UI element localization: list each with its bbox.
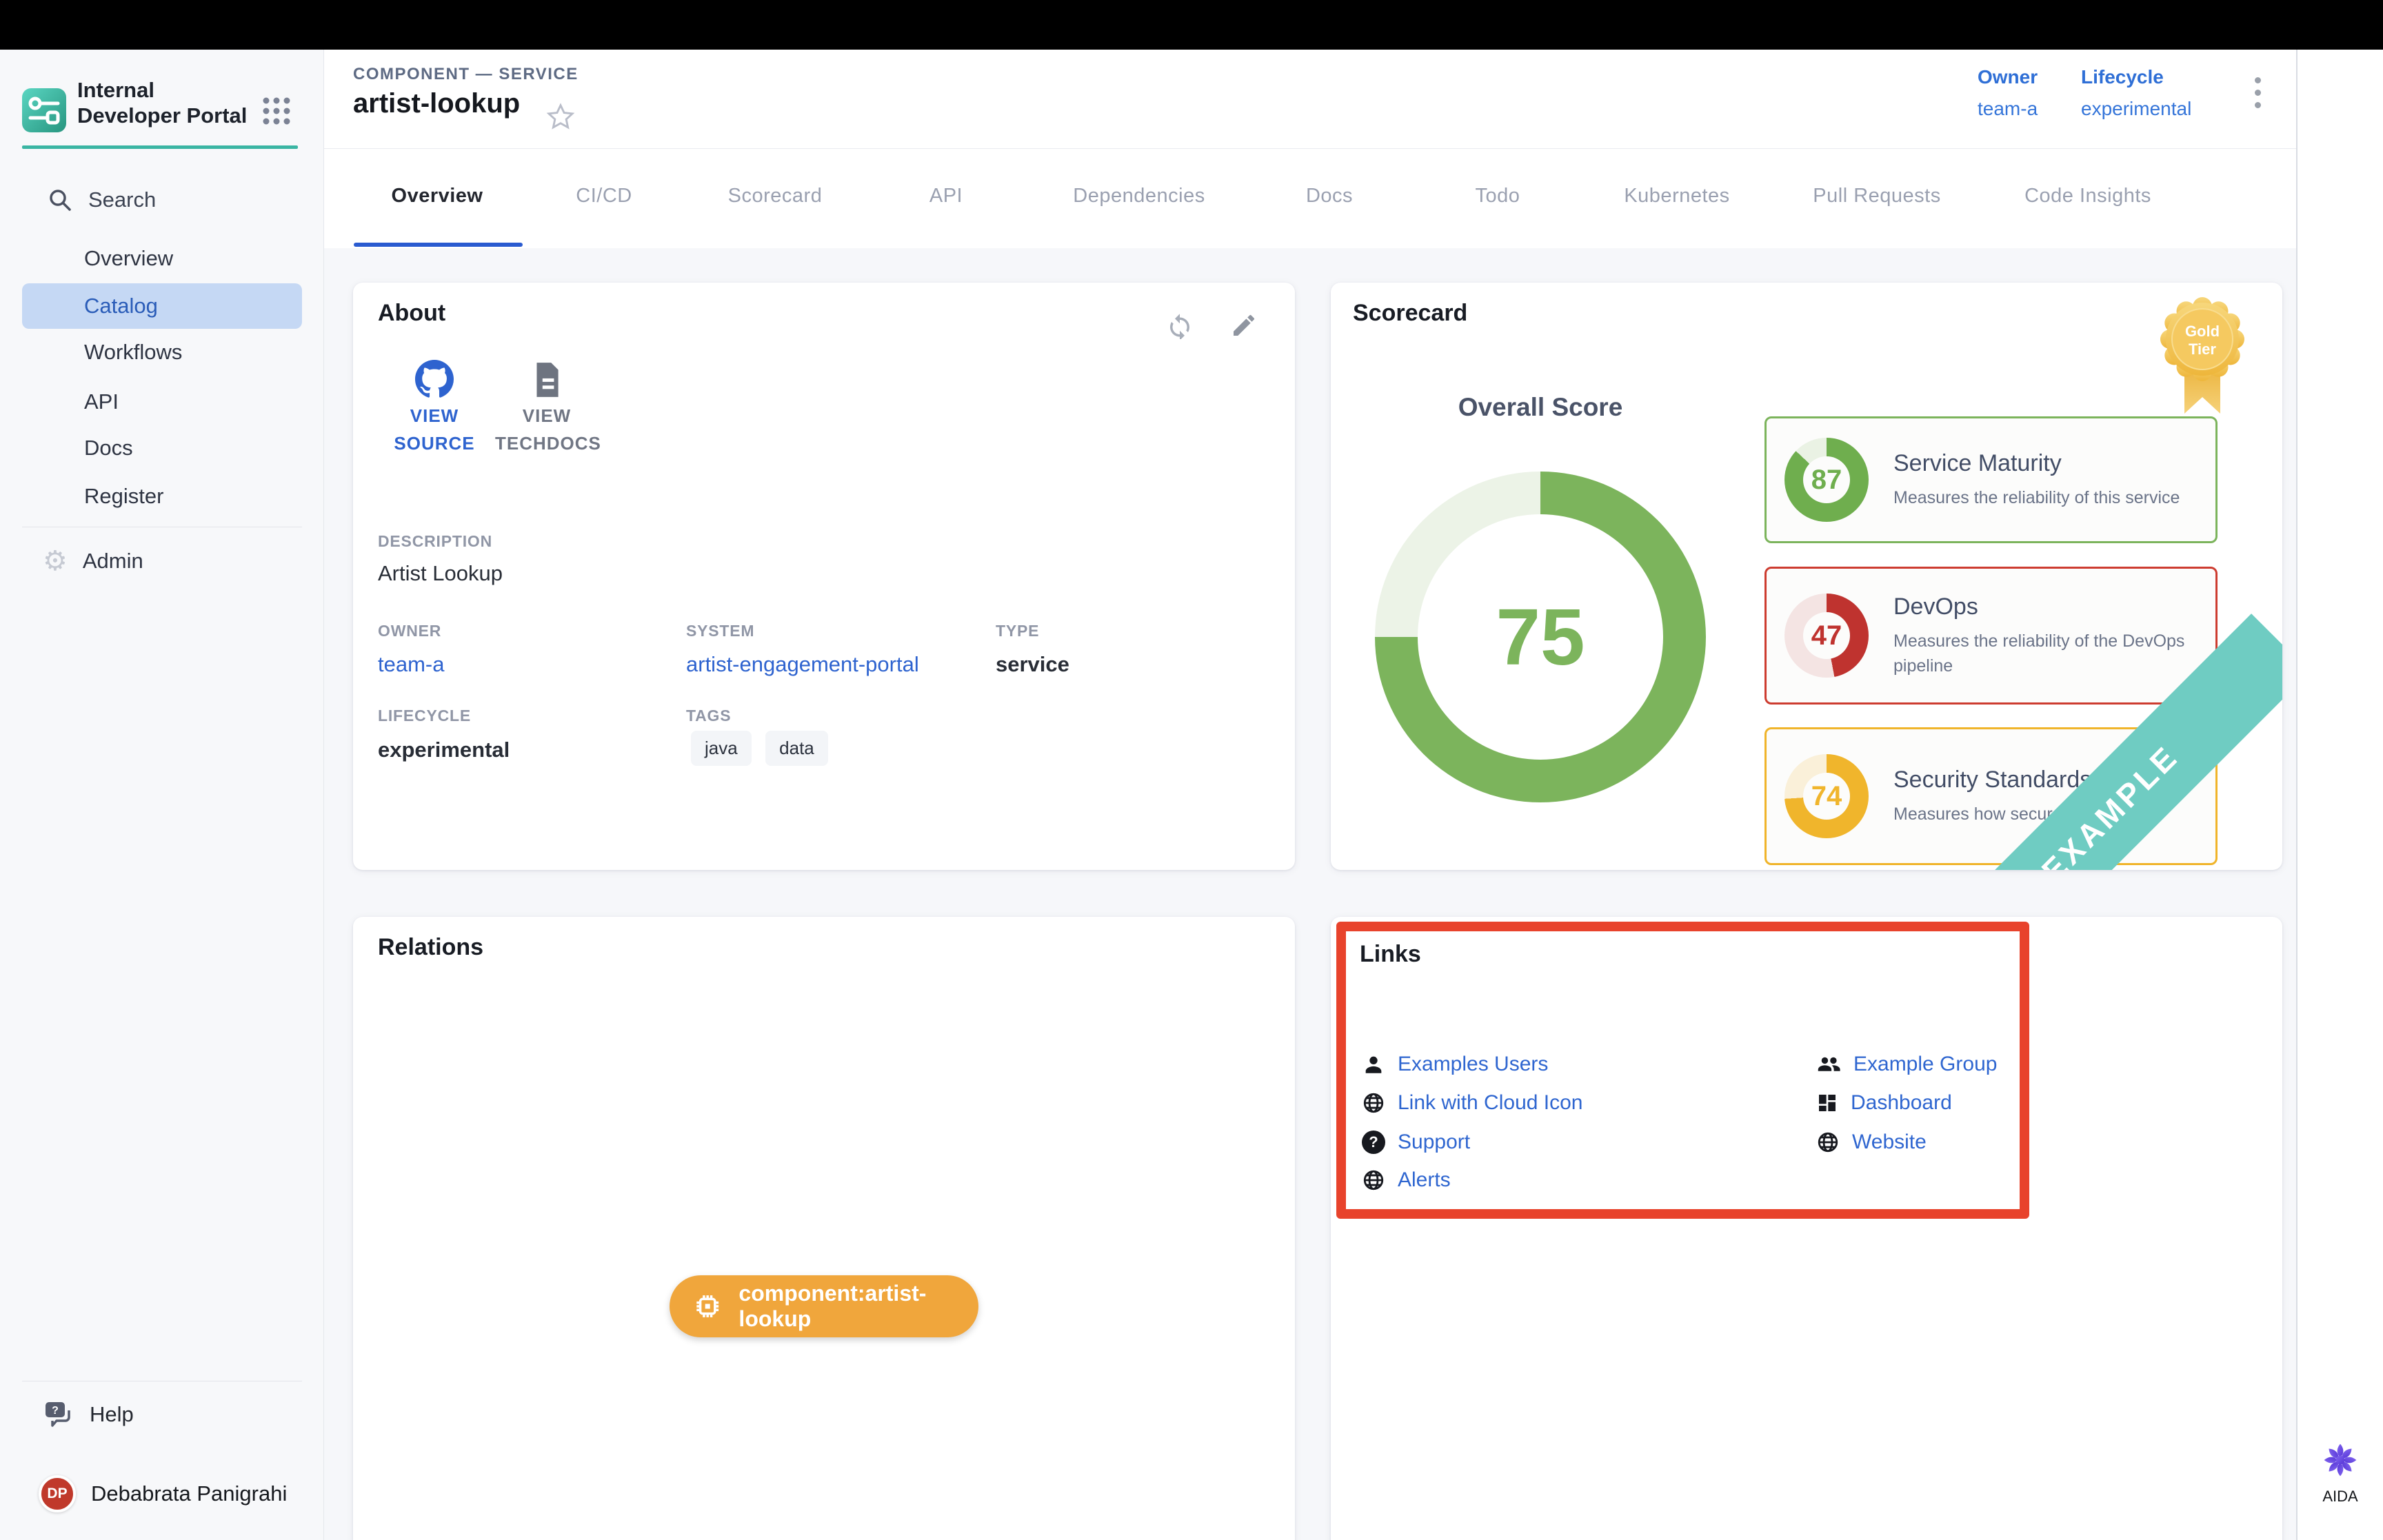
description-value: Artist Lookup	[378, 561, 503, 586]
relations-card: Relations component:artist-lookup	[353, 917, 1295, 1540]
entity-tabs: Overview CI/CD Scorecard API Dependencie…	[324, 149, 2296, 248]
sidebar-item-docs[interactable]: Docs	[22, 425, 302, 471]
help-chat-icon: ?	[43, 1399, 74, 1430]
overall-score-value: 75	[1375, 472, 1706, 802]
metric-service-maturity[interactable]: 87 Service Maturity Measures the reliabi…	[1764, 416, 2218, 543]
view-techdocs-button[interactable]: VIEW TECHDOCS	[495, 361, 599, 457]
tags-label: TAGS	[686, 707, 731, 725]
more-options-icon[interactable]	[2255, 77, 2261, 108]
sidebar-item-workflows[interactable]: Workflows	[22, 330, 302, 375]
links-card-highlight	[1336, 922, 2029, 1219]
lifecycle-label: LIFECYCLE	[378, 707, 471, 725]
sidebar-item-api[interactable]: API	[22, 379, 302, 425]
sidebar-item-catalog[interactable]: Catalog	[22, 283, 302, 329]
view-source-button[interactable]: VIEW SOURCE	[393, 360, 476, 457]
metric-devops[interactable]: 47 DevOps Measures the reliability of th…	[1764, 567, 2218, 705]
edit-pencil-icon[interactable]	[1230, 312, 1258, 339]
search-label: Search	[88, 188, 156, 212]
metric-donut: 47	[1784, 594, 1869, 678]
github-icon	[415, 360, 454, 398]
sidebar: Internal Developer Portal Search Overvie…	[0, 50, 324, 1540]
badge-line1: Gold	[2185, 323, 2220, 340]
about-title: About	[378, 300, 445, 327]
document-icon	[530, 361, 564, 398]
tab-api[interactable]: API	[929, 185, 963, 207]
microchip-icon	[693, 1290, 722, 1322]
description-label: DESCRIPTION	[378, 532, 492, 551]
aida-logo-icon[interactable]	[2321, 1441, 2360, 1479]
owner-label: OWNER	[378, 622, 441, 640]
lifecycle-value: experimental	[378, 738, 510, 762]
relations-node-component[interactable]: component:artist-lookup	[670, 1275, 978, 1337]
sidebar-item-help[interactable]: ? Help	[43, 1399, 134, 1430]
system-value-link[interactable]: artist-engagement-portal	[686, 652, 919, 677]
tab-todo[interactable]: Todo	[1476, 185, 1520, 207]
gold-tier-badge: Gold Tier	[2157, 294, 2248, 418]
tab-dependencies[interactable]: Dependencies	[1073, 185, 1205, 207]
about-card: About VIEW SOURCE	[353, 283, 1295, 870]
brand-title: Internal Developer Portal	[77, 77, 257, 128]
header-owner: Owner team-a	[1978, 66, 2038, 120]
metric-donut: 87	[1784, 438, 1869, 522]
tab-cicd[interactable]: CI/CD	[576, 185, 632, 207]
sidebar-search[interactable]: Search	[47, 187, 156, 213]
tab-kubernetes[interactable]: Kubernetes	[1624, 185, 1729, 207]
tag-chip[interactable]: java	[691, 731, 752, 766]
apps-grid-icon[interactable]	[261, 95, 292, 127]
sidebar-item-overview[interactable]: Overview	[22, 236, 302, 281]
app-logo	[22, 88, 66, 132]
scorecard-card: Scorecard Gold Tier Overall Score 75	[1331, 283, 2282, 870]
scorecard-title: Scorecard	[1353, 300, 1467, 327]
svg-text:?: ?	[52, 1405, 59, 1417]
avatar: DP	[39, 1475, 76, 1512]
tab-scorecard[interactable]: Scorecard	[728, 185, 823, 207]
search-icon	[47, 187, 73, 213]
user-name: Debabrata Panigrahi	[91, 1481, 287, 1506]
aida-label[interactable]: AIDA	[2297, 1488, 2383, 1506]
tag-chip[interactable]: data	[765, 731, 828, 766]
relations-node-label: component:artist-lookup	[738, 1281, 978, 1332]
tab-code-insights[interactable]: Code Insights	[2024, 185, 2151, 207]
right-gutter: AIDA	[2296, 50, 2383, 1540]
overall-score-donut: 75	[1375, 472, 1706, 802]
entity-kind: COMPONENT — SERVICE	[353, 65, 579, 84]
sidebar-item-admin[interactable]: ⚙ Admin	[43, 547, 143, 575]
entity-header: COMPONENT — SERVICE artist-lookup Owner …	[324, 50, 2296, 149]
refresh-icon[interactable]	[1165, 310, 1194, 339]
brand-divider	[22, 145, 298, 149]
header-lifecycle: Lifecycle experimental	[2081, 66, 2191, 120]
sidebar-item-register[interactable]: Register	[22, 474, 302, 519]
tab-docs[interactable]: Docs	[1306, 185, 1353, 207]
top-bar	[0, 0, 2383, 50]
content-area: About VIEW SOURCE	[324, 248, 2296, 1540]
type-label: TYPE	[996, 622, 1039, 640]
system-label: SYSTEM	[686, 622, 754, 640]
favorite-star-icon[interactable]	[545, 101, 576, 132]
relations-title: Relations	[378, 934, 483, 961]
owner-value-link[interactable]: team-a	[378, 652, 444, 677]
tab-pull-requests[interactable]: Pull Requests	[1813, 185, 1940, 207]
owner-link[interactable]: team-a	[1978, 98, 2038, 120]
active-tab-indicator	[354, 243, 523, 247]
page-title: artist-lookup	[353, 88, 520, 119]
tab-overview[interactable]: Overview	[392, 185, 483, 207]
badge-line2: Tier	[2189, 341, 2216, 358]
type-value: service	[996, 652, 1069, 677]
overall-score-label: Overall Score	[1402, 393, 1678, 422]
metric-donut: 74	[1784, 754, 1869, 838]
sidebar-user[interactable]: DP Debabrata Panigrahi	[39, 1475, 287, 1512]
tags-list: java data	[691, 731, 839, 766]
gear-icon: ⚙	[43, 547, 68, 575]
